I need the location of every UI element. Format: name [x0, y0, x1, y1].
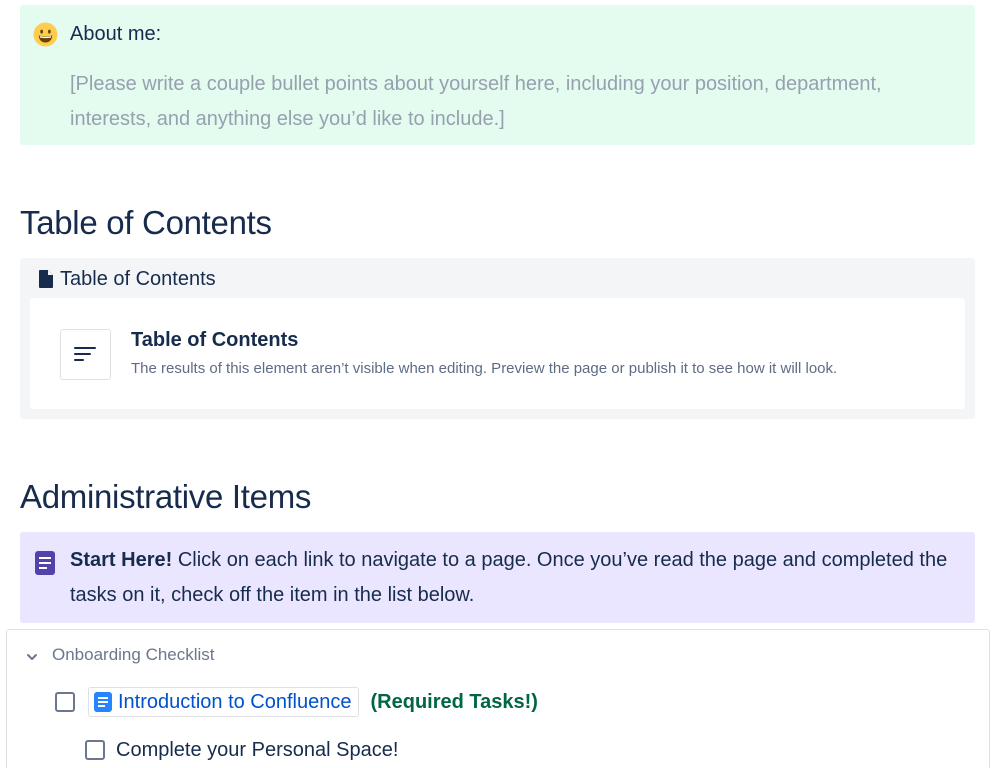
start-here-panel: Start Here! Click on each link to naviga…	[20, 532, 975, 623]
start-here-text: Start Here! Click on each link to naviga…	[70, 543, 970, 613]
about-me-placeholder[interactable]: [Please write a couple bullet points abo…	[70, 67, 950, 137]
onboarding-checklist-expand[interactable]: Onboarding Checklist Introduction to Con…	[6, 629, 990, 768]
task-label: Complete your Personal Space!	[116, 738, 399, 761]
about-me-title: About me:	[70, 23, 162, 45]
toc-card: Table of Contents The results of this el…	[30, 298, 965, 409]
note-icon	[35, 551, 55, 575]
link-label[interactable]: Introduction to Confluence	[118, 691, 352, 714]
toc-macro-title: Table of Contents	[60, 268, 216, 290]
start-here-body: Click on each link to navigate to a page…	[70, 549, 948, 606]
toc-card-description: The results of this element aren’t visib…	[131, 360, 838, 377]
task-checkbox[interactable]	[85, 740, 105, 760]
heading-administrative-items: Administrative Items	[20, 478, 312, 515]
document-icon	[39, 270, 53, 288]
grinning-face-icon	[33, 22, 58, 47]
task-item: Complete your Personal Space!	[85, 736, 398, 764]
page-icon	[94, 692, 112, 712]
confluence-page-link[interactable]: Introduction to Confluence	[88, 687, 359, 717]
expand-title[interactable]: Onboarding Checklist	[52, 645, 215, 665]
toc-lines-icon	[60, 329, 111, 380]
about-me-panel: About me: [Please write a couple bullet …	[20, 5, 975, 145]
required-note: (Required Tasks!)	[370, 690, 538, 713]
toc-macro[interactable]: Table of Contents Table of Contents The …	[20, 258, 975, 419]
task-item: Introduction to Confluence (Required Tas…	[55, 686, 538, 718]
start-here-bold: Start Here!	[70, 549, 173, 571]
chevron-down-icon[interactable]	[26, 652, 38, 662]
heading-table-of-contents: Table of Contents	[20, 204, 272, 241]
task-checkbox[interactable]	[55, 692, 75, 712]
toc-card-title: Table of Contents	[131, 329, 299, 351]
